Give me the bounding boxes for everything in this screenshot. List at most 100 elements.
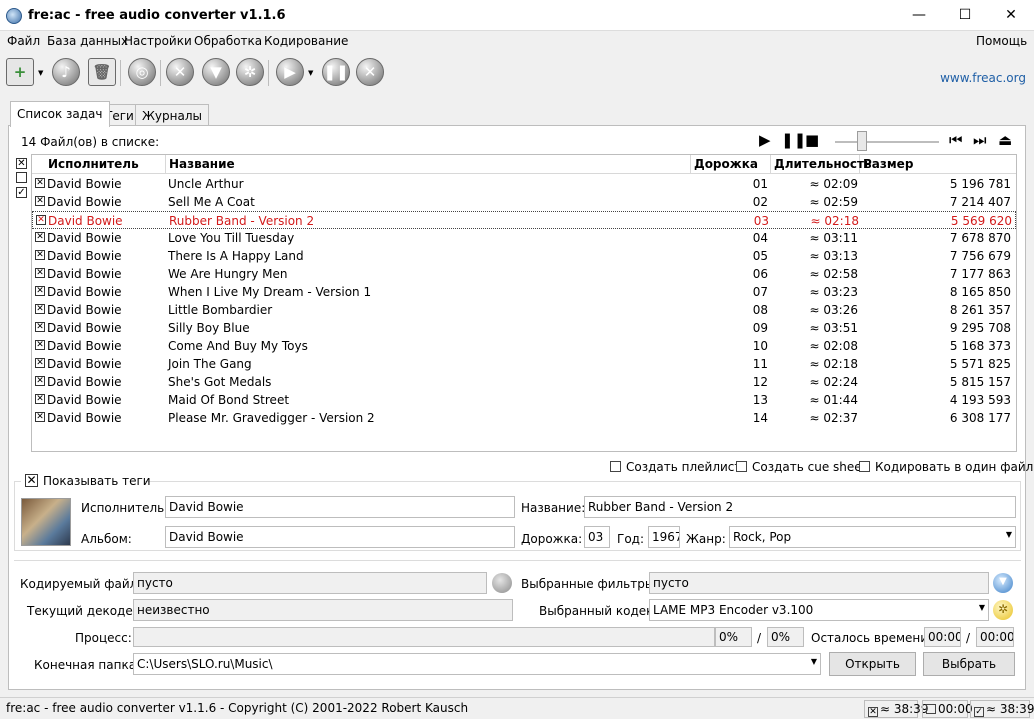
menu-processing[interactable]: Обработка	[194, 34, 262, 48]
selected-icon: ✓	[974, 707, 984, 717]
select-none-checkbox[interactable]	[16, 172, 27, 183]
start-dropdown-icon[interactable]: ▼	[308, 69, 313, 77]
row-checkbox[interactable]: ✕	[35, 268, 45, 278]
settings-tools-icon[interactable]: ✕	[166, 58, 194, 86]
table-row[interactable]: ✕ David Bowie Join The Gang 11 ≈ 02:18 5 571 …	[32, 355, 1016, 373]
column-header-length[interactable]: Длительность	[771, 155, 872, 174]
show-tags-checkbox[interactable]: ✕	[25, 474, 38, 487]
decoder-label: Текущий декодер:	[27, 604, 145, 618]
maximize-button[interactable]: ☐	[942, 0, 988, 31]
table-row[interactable]: ✕ David Bowie There Is A Happy Land 05 ≈ 03:…	[32, 247, 1016, 265]
create-cue-checkbox[interactable]	[736, 461, 747, 472]
row-checkbox[interactable]: ✕	[35, 376, 45, 386]
track-field[interactable]: 03	[584, 526, 610, 548]
filter-icon[interactable]: ▼	[993, 573, 1013, 593]
tab-joblist[interactable]: Список задач	[10, 101, 110, 127]
table-row[interactable]: ✕ David Bowie She's Got Medals 12 ≈ 02:24 5 8…	[32, 373, 1016, 391]
single-file-checkbox[interactable]	[859, 461, 870, 472]
table-row[interactable]: ✕ David Bowie Rubber Band - Version 2 03 ≈ 0…	[32, 211, 1016, 229]
tab-logs[interactable]: Журналы	[135, 104, 209, 126]
row-checkbox[interactable]: ✕	[35, 196, 45, 206]
cell-artist: David Bowie	[47, 285, 122, 299]
codec-settings-icon[interactable]: ✲	[993, 600, 1013, 620]
cell-track: 03	[753, 214, 769, 228]
pause-icon[interactable]: ❚❚	[781, 131, 806, 149]
stop-icon[interactable]: ✕	[356, 58, 384, 86]
chevron-down-icon[interactable]: ▼	[811, 657, 817, 666]
website-link[interactable]: www.freac.org	[940, 71, 1026, 85]
minimize-button[interactable]: —	[896, 0, 942, 31]
row-checkbox[interactable]: ✕	[35, 286, 45, 296]
chevron-down-icon[interactable]: ▼	[1006, 530, 1012, 539]
add-audio-cd-icon[interactable]: ♪	[52, 58, 80, 86]
album-field[interactable]: David Bowie	[165, 526, 515, 548]
table-row[interactable]: ✕ David Bowie Maid Of Bond Street 13 ≈ 01:44…	[32, 391, 1016, 409]
open-folder-button[interactable]: Открыть	[829, 652, 916, 676]
row-checkbox[interactable]: ✕	[35, 232, 45, 242]
filter-icon[interactable]: ▼	[202, 58, 230, 86]
column-header-track[interactable]: Дорожка	[691, 155, 771, 174]
progress-file-percent: 0%	[715, 627, 752, 647]
cddb-query-icon[interactable]: ◎	[128, 58, 156, 86]
remaining-file-time: 00:00	[924, 627, 961, 647]
table-row[interactable]: ✕ David Bowie Please Mr. Gravedigger - Ver…	[32, 409, 1016, 427]
menu-database[interactable]: База данных	[47, 34, 128, 48]
previous-track-icon[interactable]: ⏮	[949, 131, 963, 149]
table-row[interactable]: ✕ David Bowie Love You Till Tuesday 04 ≈ 03:…	[32, 229, 1016, 247]
genre-select[interactable]: Rock, Pop ▼	[729, 526, 1016, 548]
table-row[interactable]: ✕ David Bowie Come And Buy My Toys 10 ≈ 02:0…	[32, 337, 1016, 355]
stop-icon[interactable]: ■	[805, 131, 819, 149]
row-checkbox[interactable]: ✕	[35, 340, 45, 350]
row-checkbox[interactable]: ✕	[35, 394, 45, 404]
table-row[interactable]: ✕ David Bowie When I Live My Dream - Versi…	[32, 283, 1016, 301]
toggle-selection-checkbox[interactable]: ✓	[16, 187, 27, 198]
column-header-artist[interactable]: Исполнитель	[45, 155, 166, 174]
add-files-icon[interactable]: +	[6, 58, 34, 86]
single-file-label: Кодировать в один файл	[875, 460, 1034, 474]
cell-track: 07	[752, 285, 768, 299]
remove-files-icon[interactable]: 🗑	[88, 58, 116, 86]
next-track-icon[interactable]: ⏭	[973, 131, 987, 149]
seek-slider[interactable]	[857, 131, 867, 151]
add-files-dropdown-icon[interactable]: ▼	[38, 69, 43, 77]
row-checkbox[interactable]: ✕	[35, 322, 45, 332]
output-folder-field[interactable]: C:\Users\SLO.ru\Music\ ▼	[133, 653, 821, 675]
job-list[interactable]: Исполнитель Название Дорожка Длительност…	[31, 154, 1017, 452]
start-encoding-icon[interactable]: ▶	[276, 58, 304, 86]
table-row[interactable]: ✕ David Bowie Little Bombardier 08 ≈ 03:26 8 …	[32, 301, 1016, 319]
codec-select[interactable]: LAME MP3 Encoder v3.100 ▼	[649, 599, 989, 621]
menu-file[interactable]: Файл	[7, 34, 40, 48]
table-row[interactable]: ✕ David Bowie Uncle Arthur 01 ≈ 02:09 5 196 7…	[32, 175, 1016, 193]
cell-size: 9 295 708	[949, 321, 1011, 335]
table-row[interactable]: ✕ David Bowie Silly Boy Blue 09 ≈ 03:51 9 295…	[32, 319, 1016, 337]
row-checkbox[interactable]: ✕	[35, 358, 45, 368]
show-tags-option[interactable]: ✕ Показывать теги	[21, 473, 151, 489]
eject-icon[interactable]: ⏏	[998, 131, 1012, 149]
row-checkbox[interactable]: ✕	[36, 215, 46, 225]
filters-field: пусто	[649, 572, 989, 594]
column-header-size[interactable]: Размер	[860, 155, 1016, 174]
menu-help[interactable]: Помощь	[976, 34, 1027, 48]
year-field[interactable]: 1967	[648, 526, 680, 548]
pause-icon[interactable]: ❚❚	[322, 58, 350, 86]
artist-field[interactable]: David Bowie	[165, 496, 515, 518]
table-row[interactable]: ✕ David Bowie We Are Hungry Men 06 ≈ 02:58 7 …	[32, 265, 1016, 283]
title-field[interactable]: Rubber Band - Version 2	[584, 496, 1016, 518]
close-button[interactable]: ✕	[988, 0, 1034, 31]
create-playlist-checkbox[interactable]	[610, 461, 621, 472]
play-icon[interactable]: ▶	[759, 131, 771, 149]
gear-icon[interactable]: ✲	[236, 58, 264, 86]
menu-encoding[interactable]: Кодирование	[264, 34, 348, 48]
choose-folder-button[interactable]: Выбрать	[923, 652, 1015, 676]
select-all-checkbox[interactable]: ✕	[16, 158, 27, 169]
selected-time-box: ✓ ≈ 38:39	[970, 700, 1034, 718]
cell-track: 06	[752, 267, 768, 281]
row-checkbox[interactable]: ✕	[35, 412, 45, 422]
row-checkbox[interactable]: ✕	[35, 304, 45, 314]
table-row[interactable]: ✕ David Bowie Sell Me A Coat 02 ≈ 02:59 7 214…	[32, 193, 1016, 211]
row-checkbox[interactable]: ✕	[35, 178, 45, 188]
column-header-title[interactable]: Название	[166, 155, 691, 174]
chevron-down-icon[interactable]: ▼	[979, 603, 985, 612]
row-checkbox[interactable]: ✕	[35, 250, 45, 260]
menu-settings[interactable]: Настройки	[124, 34, 192, 48]
